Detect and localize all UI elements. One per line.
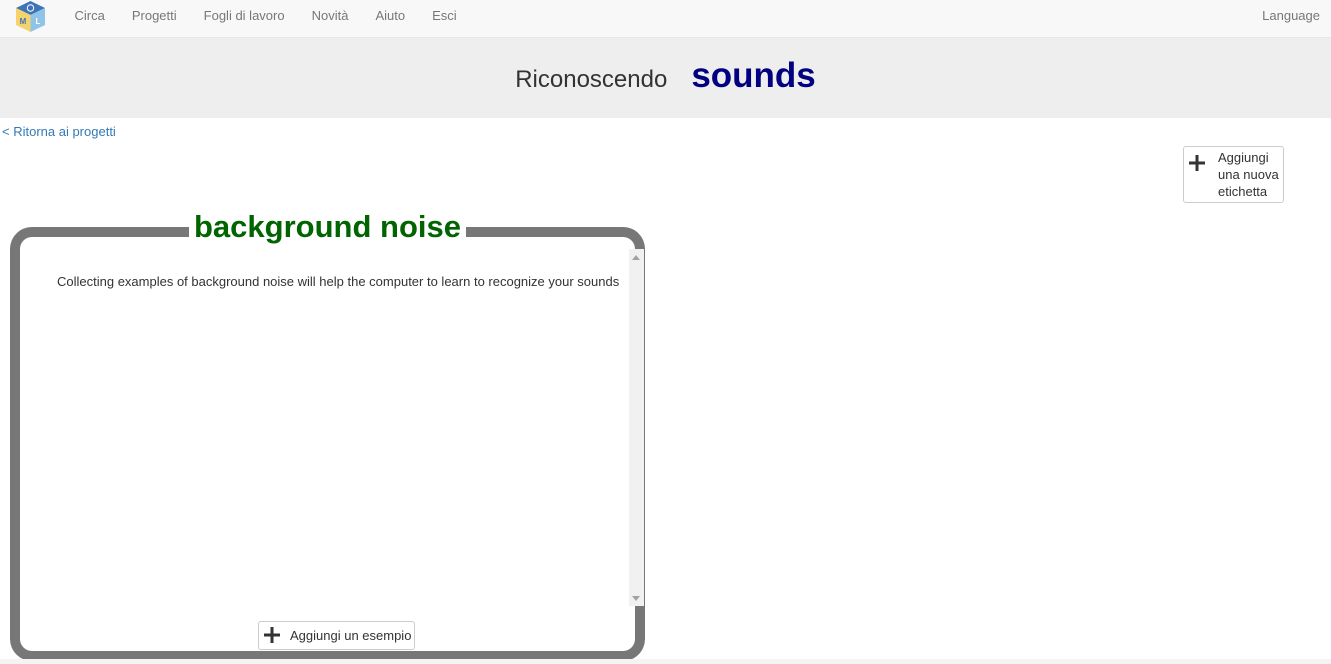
page-header: Riconoscendo sounds bbox=[0, 38, 1331, 118]
add-label-button-label: Aggiungi una nuova etichetta bbox=[1218, 150, 1279, 199]
add-example-button-label: Aggiungi un esempio bbox=[290, 628, 412, 643]
label-card: Collecting examples of background noise … bbox=[10, 227, 645, 661]
ml-logo-icon[interactable]: M L bbox=[15, 0, 46, 33]
label-help-text: Collecting examples of background noise … bbox=[57, 274, 620, 289]
plus-icon bbox=[1189, 155, 1205, 171]
label-title-container: background noise bbox=[0, 208, 655, 246]
nav-item-worksheets[interactable]: Fogli di lavoro bbox=[190, 0, 298, 31]
nav-item-logout[interactable]: Esci bbox=[419, 0, 471, 31]
nav-item-news[interactable]: Novità bbox=[298, 0, 362, 31]
page-title-label: Riconoscendo bbox=[515, 66, 668, 93]
top-navbar: M L Circa Progetti Fogli di lavoro Novit… bbox=[0, 0, 1331, 38]
scroll-down-arrow-icon[interactable] bbox=[632, 596, 640, 601]
add-example-button[interactable]: Aggiungi un esempio bbox=[258, 621, 415, 650]
nav-item-projects[interactable]: Progetti bbox=[118, 0, 190, 31]
nav-item-about[interactable]: Circa bbox=[61, 0, 118, 31]
nav-item-help[interactable]: Aiuto bbox=[362, 0, 419, 31]
label-scrollbar[interactable] bbox=[629, 249, 644, 606]
language-menu[interactable]: Language bbox=[1262, 0, 1320, 31]
label-card-body: Collecting examples of background noise … bbox=[20, 237, 644, 651]
project-name: sounds bbox=[691, 56, 816, 95]
label-title: background noise bbox=[189, 208, 466, 246]
logo-letter-m: M bbox=[20, 17, 27, 26]
nav-menu: Circa Progetti Fogli di lavoro Novità Ai… bbox=[61, 0, 470, 31]
scroll-up-arrow-icon[interactable] bbox=[632, 255, 640, 260]
plus-icon bbox=[264, 627, 280, 643]
back-to-projects-link[interactable]: < Ritorna ai progetti bbox=[2, 124, 116, 139]
bottom-strip bbox=[0, 659, 1331, 664]
logo-letter-l: L bbox=[36, 17, 41, 26]
add-label-button[interactable]: Aggiungi una nuova etichetta bbox=[1183, 146, 1284, 203]
